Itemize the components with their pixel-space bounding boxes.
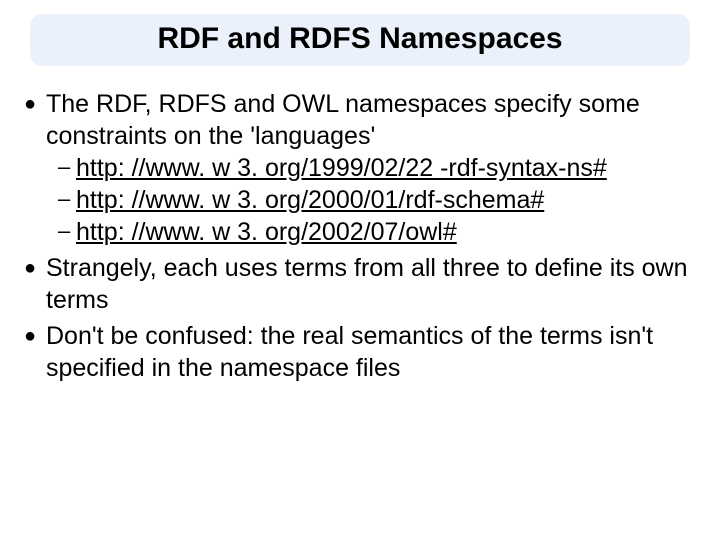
- slide-body: ● The RDF, RDFS and OWL namespaces speci…: [22, 88, 698, 384]
- bullet-item: ● Strangely, each uses terms from all th…: [24, 252, 696, 316]
- dash-icon: –: [58, 216, 76, 248]
- bullet-text: The RDF, RDFS and OWL namespaces specify…: [46, 88, 696, 152]
- namespace-link[interactable]: http: //www. w 3. org/2002/07/owl#: [76, 218, 457, 246]
- sub-bullet-text: http: //www. w 3. org/1999/02/22 -rdf-sy…: [76, 152, 696, 184]
- bullet-icon: ●: [24, 252, 46, 316]
- sub-bullet-item: – http: //www. w 3. org/2002/07/owl#: [58, 216, 696, 248]
- bullet-text: Strangely, each uses terms from all thre…: [46, 252, 696, 316]
- dash-icon: –: [58, 152, 76, 184]
- slide-title-box: RDF and RDFS Namespaces: [30, 14, 690, 66]
- sub-bullet-text: http: //www. w 3. org/2000/01/rdf-schema…: [76, 184, 696, 216]
- sub-bullet-item: – http: //www. w 3. org/2000/01/rdf-sche…: [58, 184, 696, 216]
- bullet-icon: ●: [24, 88, 46, 152]
- bullet-icon: ●: [24, 320, 46, 384]
- namespace-link[interactable]: http: //www. w 3. org/2000/01/rdf-schema…: [76, 186, 544, 214]
- bullet-text: Don't be confused: the real semantics of…: [46, 320, 696, 384]
- dash-icon: –: [58, 184, 76, 216]
- namespace-link[interactable]: http: //www. w 3. org/1999/02/22 -rdf-sy…: [76, 154, 607, 182]
- bullet-item: ● Don't be confused: the real semantics …: [24, 320, 696, 384]
- slide: RDF and RDFS Namespaces ● The RDF, RDFS …: [0, 0, 720, 540]
- bullet-item: ● The RDF, RDFS and OWL namespaces speci…: [24, 88, 696, 152]
- sub-bullet-item: – http: //www. w 3. org/1999/02/22 -rdf-…: [58, 152, 696, 184]
- slide-title: RDF and RDFS Namespaces: [46, 22, 674, 56]
- sub-bullet-text: http: //www. w 3. org/2002/07/owl#: [76, 216, 696, 248]
